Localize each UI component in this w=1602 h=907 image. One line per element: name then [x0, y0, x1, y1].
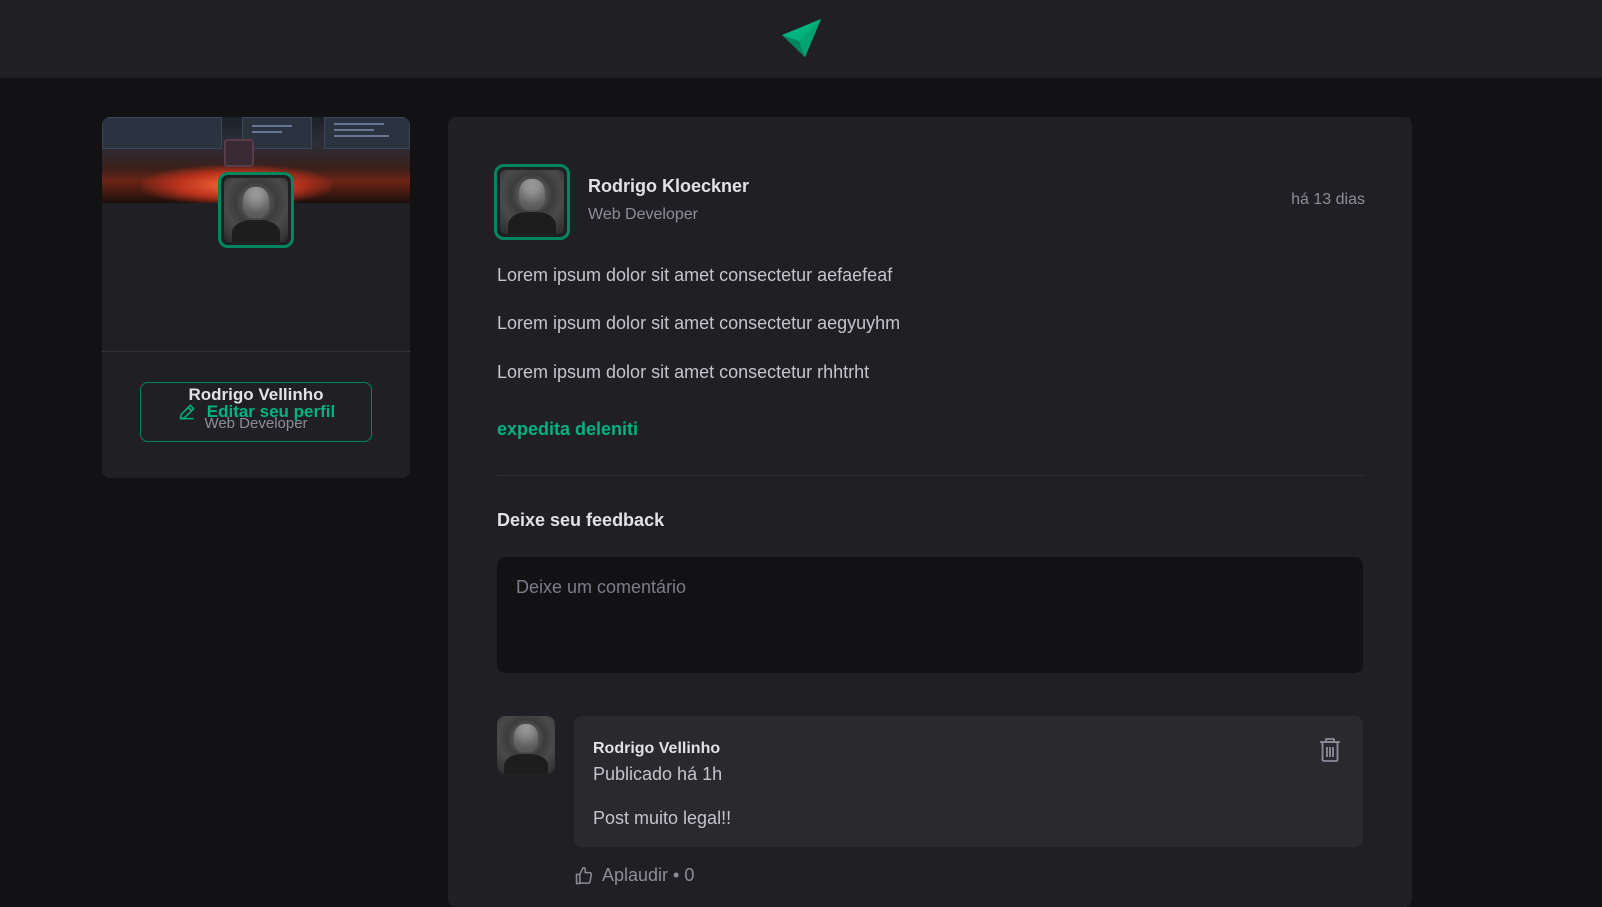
thumbs-up-icon — [575, 866, 593, 884]
edit-profile-button[interactable]: Editar seu perfil — [140, 382, 372, 442]
applaud-button[interactable]: Aplaudir • 0 — [574, 865, 694, 886]
paper-plane-icon[interactable] — [779, 17, 823, 61]
post-divider — [497, 475, 1363, 476]
delete-comment-button[interactable] — [1317, 736, 1343, 764]
post-timestamp: há 13 dias — [1291, 191, 1365, 208]
edit-profile-label: Editar seu perfil — [206, 402, 336, 421]
comment-card: Rodrigo Vellinho Publicado há 1h Post mu… — [574, 716, 1363, 847]
post-link[interactable]: expedita deleniti — [497, 419, 638, 440]
pencil-icon — [179, 404, 195, 420]
post-paragraph: Lorem ipsum dolor sit amet consectetur a… — [497, 313, 901, 333]
avatar-photo — [500, 170, 564, 234]
post-card: Rodrigo Kloeckner Web Developer há 13 di… — [448, 117, 1412, 907]
trash-icon — [1320, 738, 1340, 762]
comment-author-name: Rodrigo Vellinho — [593, 740, 721, 757]
post-author-role: Web Developer — [588, 206, 698, 223]
feedback-title: Deixe seu feedback — [497, 510, 665, 530]
applaud-label: Aplaudir • 0 — [602, 865, 695, 885]
profile-card-footer: Editar seu perfil — [102, 117, 410, 478]
post-paragraph: Lorem ipsum dolor sit amet consectetur r… — [497, 362, 870, 382]
post-paragraph: Lorem ipsum dolor sit amet consectetur a… — [497, 265, 893, 285]
top-bar — [0, 0, 1602, 78]
comment-text: Post muito legal!! — [593, 808, 732, 828]
comment-timestamp: Publicado há 1h — [593, 764, 723, 784]
post-author-name: Rodrigo Kloeckner — [588, 176, 750, 196]
avatar-photo — [497, 716, 555, 774]
comment-input[interactable] — [497, 557, 1363, 673]
post-author-avatar[interactable] — [494, 164, 570, 240]
comment-author-avatar[interactable] — [497, 716, 555, 774]
profile-divider — [102, 351, 410, 352]
